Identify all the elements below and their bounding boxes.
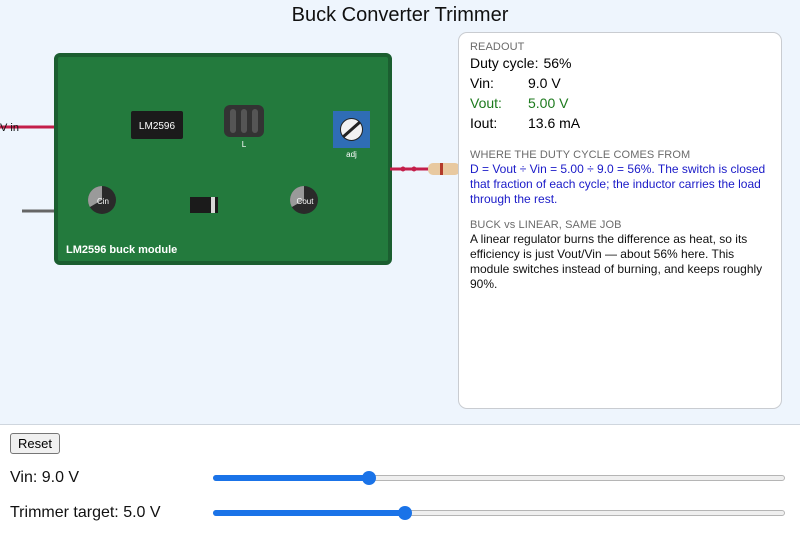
trim-slider-label: Trimmer target: 5.0 V: [10, 504, 161, 521]
iout-value: 13.6 mA: [528, 115, 581, 131]
cout-label: Cout: [297, 197, 315, 206]
trim-slider-thumb[interactable]: [398, 506, 413, 520]
vin-row: Vin: 9.0 V: [470, 73, 769, 93]
iout-label: Iout:: [470, 115, 498, 131]
vin-slider-thumb[interactable]: [362, 471, 377, 485]
inductor: [224, 105, 264, 137]
reset-button[interactable]: Reset: [10, 433, 60, 454]
vin-slider-fill: [213, 475, 370, 481]
vout-label: Vout:: [470, 95, 502, 111]
linear-comparison-text: A linear regulator burns the difference …: [470, 232, 763, 291]
duty-explanation-text: D = Vout ÷ Vin = 5.00 ÷ 9.0 = 56%. The s…: [470, 162, 766, 206]
load-resistor: [428, 163, 460, 175]
vin-slider[interactable]: [213, 469, 785, 489]
vin-label: Vin:: [470, 75, 494, 91]
vin-value: 9.0 V: [528, 75, 561, 91]
duty-cycle-row: Duty cycle: 56%: [470, 53, 769, 73]
module-label: LM2596 buck module: [66, 244, 177, 256]
cin-label: Cin: [97, 197, 109, 206]
inductor-label: L: [242, 140, 247, 149]
pcb-board: [54, 53, 392, 265]
circuit-stage: Buck Converter Trimmer V in LM2596 buck …: [0, 0, 800, 425]
readout-panel: READOUT Duty cycle: 56% Vin: 9.0 V Vout:…: [458, 32, 782, 409]
duty-explanation-heading: WHERE THE DUTY CYCLE COMES FROM: [470, 149, 691, 161]
diode: [190, 197, 218, 213]
vout-row: Vout: 5.00 V: [470, 93, 769, 113]
duty-cycle-value: 56%: [543, 55, 572, 71]
vin-slider-label: Vin: 9.0 V: [10, 469, 80, 486]
trim-slider[interactable]: [213, 504, 785, 524]
vin-wire-label: V in: [0, 122, 19, 134]
ic-label: LM2596: [139, 121, 176, 132]
trimmer-pot[interactable]: [333, 111, 370, 148]
controls-panel: Reset Vin: 9.0 V Trimmer target: 5.0 V: [0, 425, 800, 542]
vout-value: 5.00 V: [528, 95, 569, 111]
trim-slider-fill: [213, 510, 406, 516]
readout-heading: READOUT: [470, 41, 525, 53]
duty-cycle-label: Duty cycle:: [470, 55, 539, 71]
linear-comparison-heading: BUCK vs LINEAR, SAME JOB: [470, 219, 622, 231]
trimmer-label: adj: [346, 150, 357, 159]
iout-row: Iout: 13.6 mA: [470, 113, 769, 133]
